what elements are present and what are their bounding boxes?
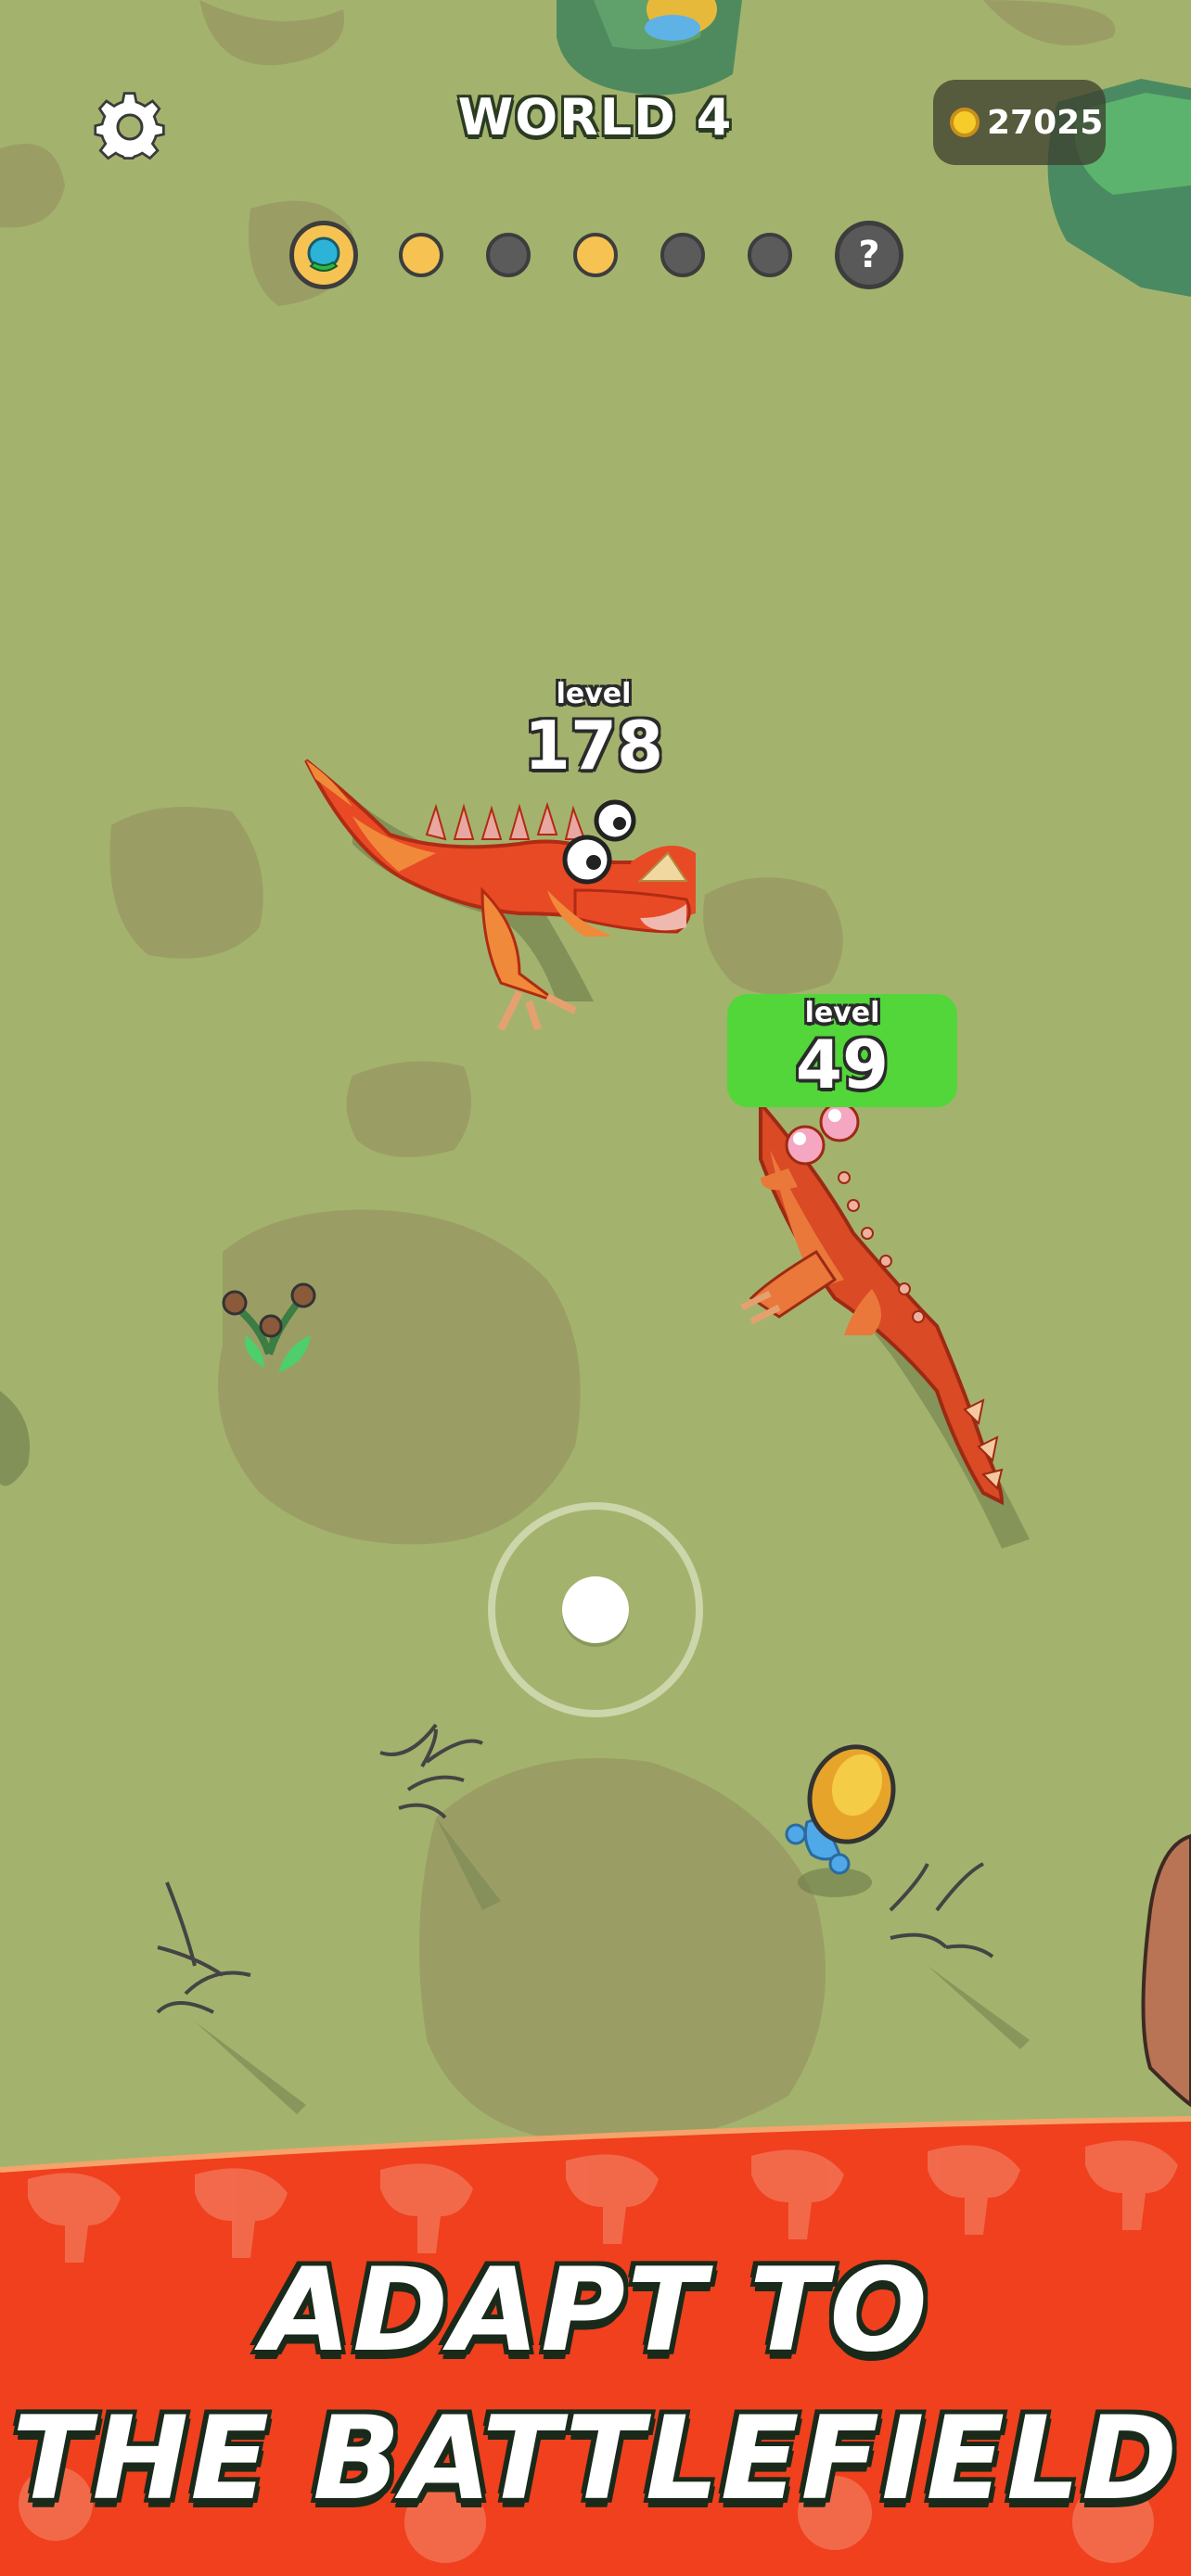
- progress-dot-4: [573, 233, 618, 277]
- enemy-level-label: level: [556, 678, 632, 710]
- world-progress: ?: [0, 221, 1191, 289]
- creature-icon: [307, 236, 340, 272]
- banner-line-2: THE BATTLEFIELD: [11, 2392, 1180, 2526]
- progress-dot-current: [289, 221, 358, 289]
- player-level-value: 49: [795, 1026, 890, 1103]
- enemy-level-tag: level 178: [482, 678, 705, 784]
- progress-dot-3: [486, 233, 531, 277]
- player-level-label: level: [804, 997, 880, 1029]
- progress-dot-2: [399, 233, 443, 277]
- player-level-tag: level 49: [727, 994, 957, 1107]
- progress-dot-5: [660, 233, 705, 277]
- coin-icon: [950, 108, 980, 137]
- progress-dot-mystery: ?: [835, 221, 903, 289]
- joystick-knob[interactable]: [562, 1576, 629, 1643]
- coin-value: 27025: [987, 103, 1104, 142]
- coin-counter: 27025: [933, 80, 1106, 165]
- banner-line-1: ADAPT TO: [262, 2244, 929, 2378]
- progress-dot-6: [748, 233, 792, 277]
- enemy-level-value: 178: [523, 707, 664, 784]
- battlefield-scene: [0, 0, 1191, 2576]
